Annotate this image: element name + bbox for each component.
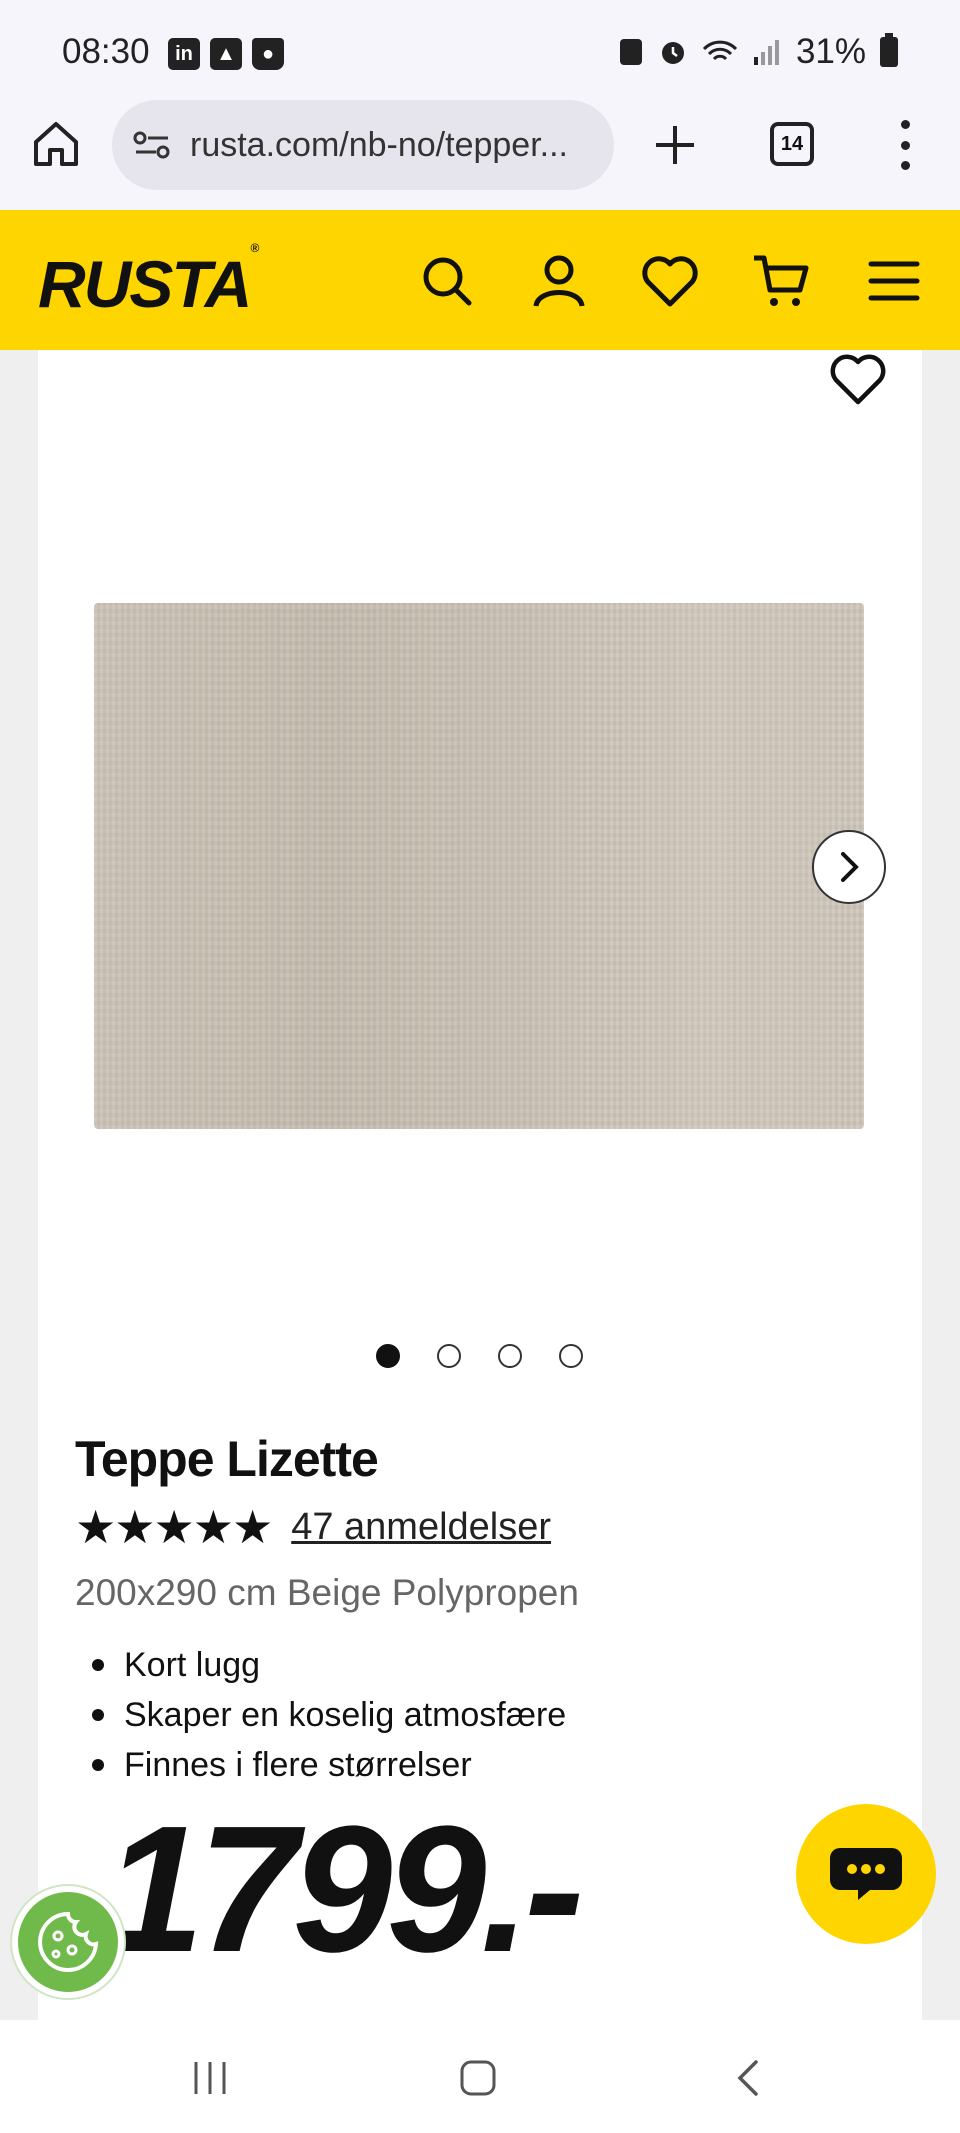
next-image-button[interactable] (812, 830, 886, 904)
gallery-icon: ▲ (210, 38, 242, 70)
signal-icon (753, 40, 779, 65)
nfc-icon (619, 39, 642, 65)
site-settings-icon[interactable] (132, 129, 172, 161)
url-text: rusta.com/nb-no/tepper... (190, 125, 568, 164)
system-nav-bar (0, 2020, 960, 2133)
address-bar[interactable]: rusta.com/nb-no/tepper... (112, 100, 614, 190)
status-bar: 08:30 in ▲ ● 31% (0, 0, 960, 100)
carousel-dot-2[interactable] (437, 1344, 461, 1368)
product-subtitle: 200x290 cm Beige Polypropen (75, 1572, 579, 1613)
image-carousel-dots (376, 1344, 583, 1368)
alarm-icon (661, 42, 684, 64)
site-header: RUSTA® (0, 210, 960, 350)
home-nav-icon[interactable] (458, 2058, 498, 2098)
feature-item: Finnes i flere størrelser (78, 1740, 566, 1790)
chat-button[interactable] (796, 1804, 936, 1944)
feature-item: Skaper en koselig atmosfære (78, 1690, 566, 1740)
favorite-heart-icon[interactable] (828, 350, 888, 410)
browser-menu-button[interactable] (890, 120, 920, 170)
feature-item: Kort lugg (78, 1640, 566, 1690)
browser-toolbar: rusta.com/nb-no/tepper... 14 (0, 100, 960, 210)
feature-list: Kort lugg Skaper en koselig atmosfære Fi… (78, 1640, 566, 1790)
status-time: 08:30 (62, 32, 150, 71)
recent-apps-icon[interactable] (190, 2058, 230, 2098)
product-image-rug[interactable] (94, 603, 864, 1129)
cookie-icon (38, 1911, 99, 1972)
carousel-dot-4[interactable] (559, 1344, 583, 1368)
wifi-icon (702, 40, 738, 61)
shopping-bag-icon: ● (252, 38, 284, 70)
product-price: 1799.- (104, 1789, 584, 1990)
reviews-link[interactable]: 47 anmeldelser (291, 1506, 551, 1549)
tab-switcher-button[interactable]: 14 (770, 122, 814, 166)
product-rating: ★★★★★ 47 anmeldelser (75, 1500, 551, 1554)
new-tab-icon[interactable] (648, 118, 702, 172)
account-icon[interactable] (530, 252, 588, 310)
carousel-dot-3[interactable] (498, 1344, 522, 1368)
search-icon[interactable] (418, 252, 476, 310)
wishlist-icon[interactable] (641, 252, 699, 310)
rating-stars: ★★★★★ (75, 1501, 273, 1553)
notification-icons: in ▲ ● (168, 38, 284, 70)
product-title: Teppe Lizette (75, 1431, 379, 1487)
back-icon[interactable] (728, 2058, 768, 2098)
menu-icon[interactable] (865, 252, 923, 310)
carousel-dot-1[interactable] (376, 1344, 400, 1368)
chat-bubble-icon (830, 1848, 902, 1900)
status-right: 31% (618, 32, 898, 72)
home-icon[interactable] (30, 118, 82, 170)
linkedin-icon: in (168, 38, 200, 70)
product-card: Teppe Lizette ★★★★★ 47 anmeldelser 200x2… (38, 350, 922, 2020)
chevron-right-icon (841, 852, 859, 882)
battery-percent: 31% (795, 32, 866, 71)
cart-icon[interactable] (752, 252, 810, 310)
rusta-logo[interactable]: RUSTA® (38, 241, 259, 322)
cookie-settings-button[interactable] (12, 1886, 124, 1998)
battery-icon (880, 33, 898, 67)
